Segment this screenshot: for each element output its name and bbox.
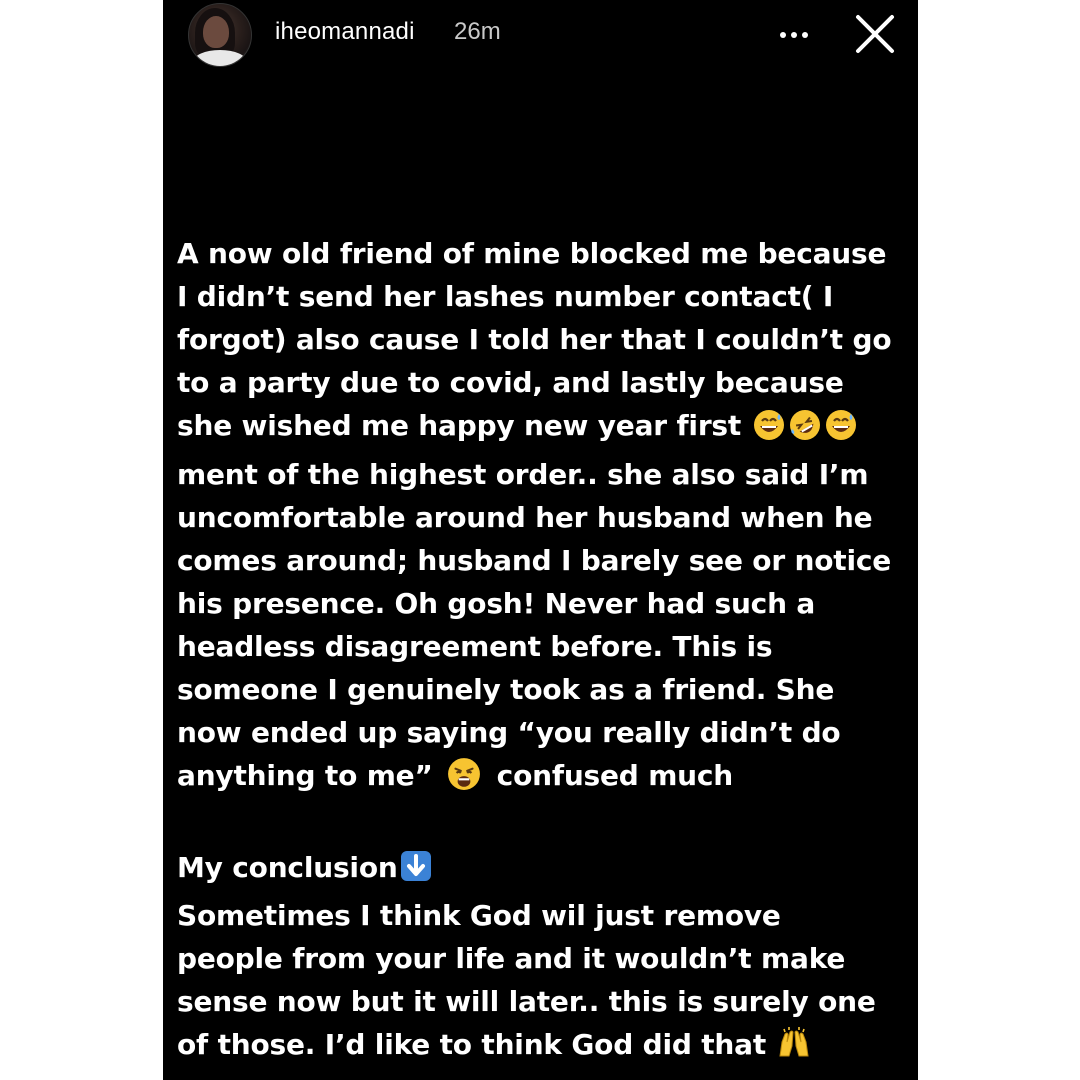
story-text-line: now ended up saying “you really didn’t d… (177, 716, 841, 749)
story-text-line: forgot) also cause I told her that I cou… (177, 323, 892, 356)
screenshot-frame: iheomannadi 26m A now old friend of mine… (0, 0, 1080, 1080)
story-text-segment: My conclusion (177, 851, 398, 884)
story-text-line: uncomfortable around her husband when he (177, 501, 873, 534)
story-text-line-with-emoji: of those. I’d like to think God did that (177, 1023, 915, 1072)
avatar[interactable] (188, 3, 252, 67)
avatar-shirt (193, 50, 247, 66)
story-text: A now old friend of mine blocked me beca… (177, 232, 915, 1072)
story-text-line: someone I genuinely took as a friend. Sh… (177, 673, 835, 706)
rolling-on-the-floor-laughing-emoji (789, 409, 821, 453)
raising-hands-emoji (776, 1026, 812, 1072)
avatar-face (203, 16, 229, 48)
story-text-line: ment of the highest order.. she also sai… (177, 458, 869, 491)
post-time: 26m (454, 18, 501, 45)
story-text-line: his presence. Oh gosh! Never had such a (177, 587, 816, 620)
story-text-line: comes around; husband I barely see or no… (177, 544, 892, 577)
grinning-face-with-sweat-emoji (825, 409, 857, 453)
close-icon (856, 15, 894, 53)
story-text-line-with-emojis: she wished me happy new year first (177, 404, 915, 453)
story-text-line: to a party due to covid, and lastly beca… (177, 366, 844, 399)
close-button[interactable] (853, 12, 897, 56)
story-text-line-with-emoji: My conclusion (177, 846, 915, 894)
story-header: iheomannadi 26m (163, 0, 918, 70)
story-text-segment: confused much (496, 759, 734, 792)
story-text-line: A now old friend of mine blocked me beca… (177, 237, 887, 270)
story-text-segment: she wished me happy new year first (177, 409, 742, 442)
story-viewer[interactable]: iheomannadi 26m A now old friend of mine… (163, 0, 918, 1080)
story-text-line-with-emoji: anything to me” confused much (177, 754, 915, 803)
story-text-segment: of those. I’d like to think God did that (177, 1028, 767, 1061)
weary-face-emoji (447, 757, 481, 803)
username[interactable]: iheomannadi (275, 18, 415, 46)
story-text-line: Sometimes I think God wil just remove (177, 899, 781, 932)
story-text-line: headless disagreement before. This is (177, 630, 773, 663)
story-text-line: I didn’t send her lashes number contact(… (177, 280, 834, 313)
story-text-line: people from your life and it wouldn’t ma… (177, 942, 846, 975)
down-arrow-emoji (400, 850, 432, 894)
more-horizontal-icon (780, 32, 808, 38)
more-options-button[interactable] (775, 20, 815, 50)
story-text-segment: anything to me” (177, 759, 433, 792)
grinning-face-with-sweat-emoji (753, 409, 785, 453)
story-text-line: sense now but it will later.. this is su… (177, 985, 876, 1018)
